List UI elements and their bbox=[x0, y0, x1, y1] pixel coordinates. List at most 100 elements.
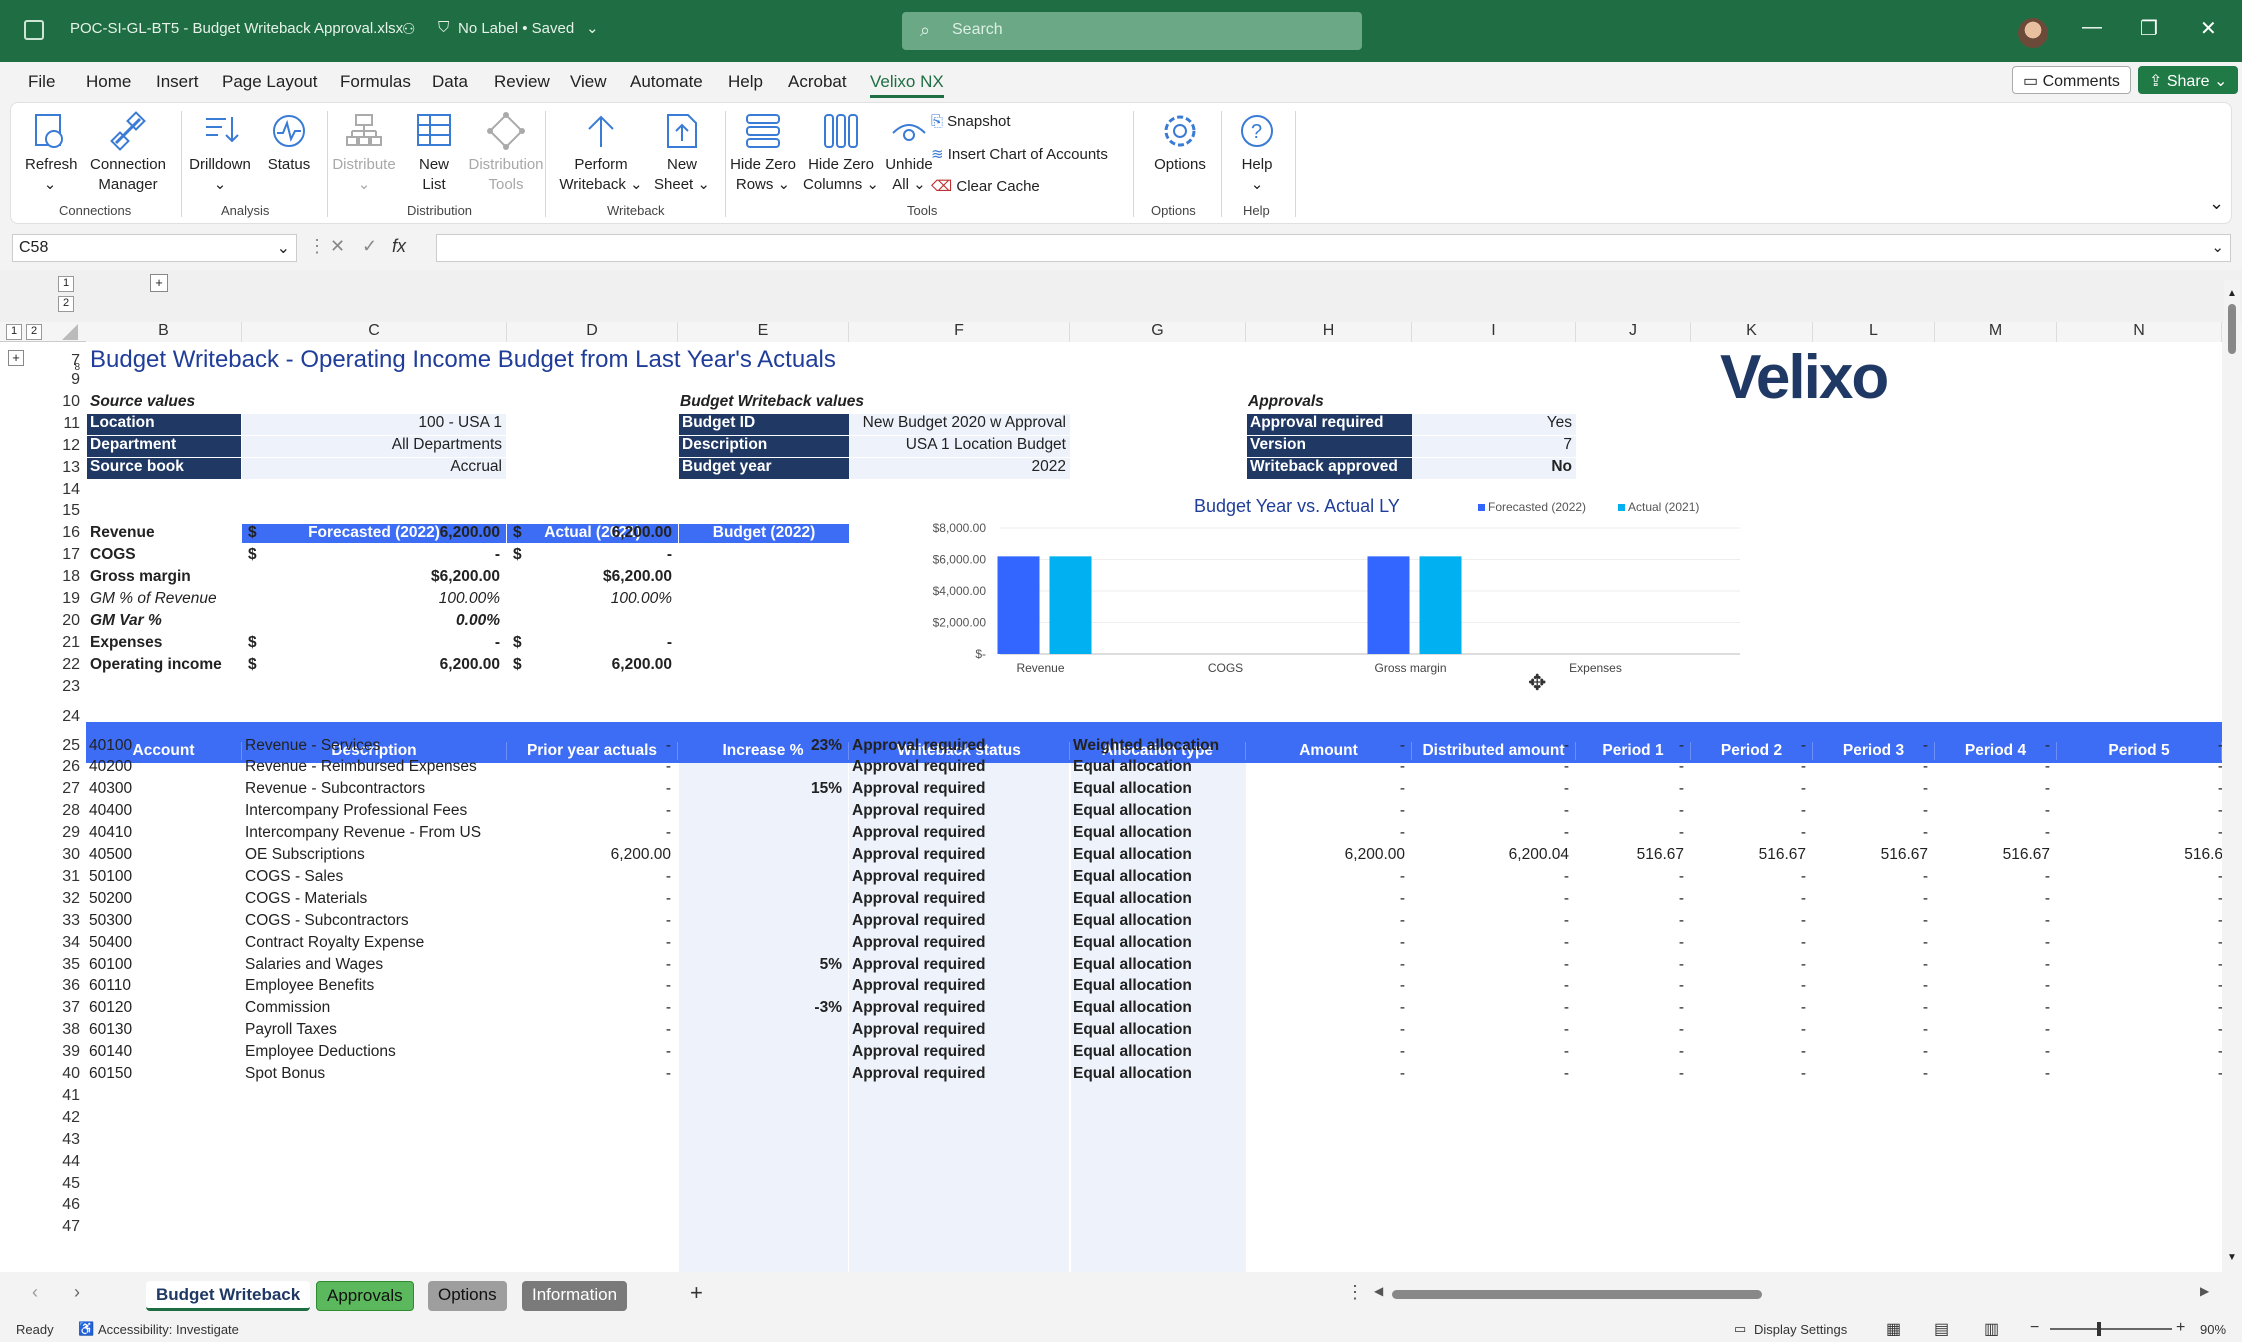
row-header[interactable]: 21 bbox=[46, 634, 86, 656]
clear-cache-button[interactable]: ⌫ Clear Cache bbox=[931, 177, 1040, 195]
refresh-button[interactable]: Refresh ⌄ bbox=[25, 111, 78, 195]
table-cell[interactable]: - bbox=[1816, 912, 1928, 930]
row-header[interactable]: 8 bbox=[46, 362, 86, 370]
summary-v1[interactable]: 100.00% bbox=[260, 590, 500, 608]
writeback-heading[interactable]: Budget Writeback values bbox=[680, 393, 864, 411]
table-cell[interactable]: - bbox=[1249, 890, 1405, 908]
version-label[interactable]: Version bbox=[1247, 436, 1412, 457]
row-header[interactable]: 33 bbox=[46, 912, 86, 934]
menu-data[interactable]: Data bbox=[432, 72, 468, 92]
table-cell[interactable]: - bbox=[1579, 977, 1684, 995]
search-box[interactable]: ⌕ Search bbox=[902, 12, 1362, 50]
table-cell[interactable]: 40410 bbox=[89, 824, 235, 842]
table-cell[interactable]: - bbox=[1579, 1065, 1684, 1083]
snapshot-button[interactable]: ⎘ Snapshot bbox=[931, 113, 1011, 130]
summary-label[interactable]: Revenue bbox=[90, 524, 240, 542]
chart-bar[interactable] bbox=[1367, 556, 1410, 654]
insert-coa-button[interactable]: ≋ Insert Chart of Accounts bbox=[931, 145, 1108, 163]
table-cell[interactable]: - bbox=[1938, 737, 2050, 755]
table-cell[interactable]: - bbox=[1694, 999, 1806, 1017]
table-cell[interactable]: Equal allocation bbox=[1073, 824, 1239, 842]
row-header[interactable]: 30 bbox=[46, 846, 86, 868]
table-cell[interactable]: Payroll Taxes bbox=[245, 1021, 500, 1039]
table-cell[interactable]: 516.67 bbox=[1938, 846, 2050, 864]
tab-information[interactable]: Information bbox=[522, 1281, 628, 1311]
table-cell[interactable]: Equal allocation bbox=[1073, 1043, 1239, 1061]
col-header-e[interactable]: E bbox=[678, 322, 849, 342]
table-cell[interactable]: - bbox=[1694, 977, 1806, 995]
table-cell[interactable]: - bbox=[1249, 1021, 1405, 1039]
row-header[interactable]: 41 bbox=[46, 1087, 86, 1109]
row-header[interactable]: 35 bbox=[46, 956, 86, 978]
table-cell[interactable]: - bbox=[2060, 1065, 2222, 1083]
menu-page-layout[interactable]: Page Layout bbox=[222, 72, 317, 92]
table-cell[interactable]: 6,200.00 bbox=[510, 846, 671, 864]
source-location-label[interactable]: Location bbox=[87, 414, 241, 435]
horizontal-scroll-thumb[interactable] bbox=[1392, 1290, 1762, 1299]
table-cell[interactable]: - bbox=[510, 824, 671, 842]
display-settings-button[interactable]: Display Settings bbox=[1754, 1322, 1847, 1337]
row-header[interactable]: 38 bbox=[46, 1021, 86, 1043]
table-cell[interactable]: Approval required bbox=[852, 1065, 1063, 1083]
table-cell[interactable]: - bbox=[1579, 999, 1684, 1017]
row-header[interactable]: 12 bbox=[46, 437, 86, 459]
tab-scroll-left-icon[interactable]: ‹ bbox=[32, 1282, 38, 1303]
chart-bar[interactable] bbox=[1049, 556, 1092, 654]
summary-v1[interactable]: - bbox=[260, 546, 500, 564]
table-cell[interactable]: - bbox=[1415, 977, 1569, 995]
table-cell[interactable]: 60140 bbox=[89, 1043, 235, 1061]
table-cell[interactable]: Equal allocation bbox=[1073, 1065, 1239, 1083]
table-cell[interactable]: 23% bbox=[681, 737, 842, 755]
drilldown-button[interactable]: Drilldown ⌄ bbox=[185, 111, 255, 195]
zoom-level[interactable]: 90% bbox=[2200, 1322, 2226, 1337]
table-cell[interactable]: - bbox=[510, 999, 671, 1017]
table-cell[interactable]: 6,200.04 bbox=[1415, 846, 1569, 864]
outline-level-2-col[interactable]: 2 bbox=[26, 324, 42, 340]
source-book-label[interactable]: Source book bbox=[87, 458, 241, 479]
row-header[interactable]: 15 bbox=[46, 502, 86, 524]
tab-options[interactable]: Options bbox=[428, 1281, 507, 1311]
table-cell[interactable]: - bbox=[1938, 868, 2050, 886]
table-cell[interactable]: - bbox=[1249, 999, 1405, 1017]
new-sheet-button[interactable]: New Sheet ⌄ bbox=[647, 111, 717, 195]
table-cell[interactable]: 516.67 bbox=[1816, 846, 1928, 864]
normal-view-icon[interactable]: ▦ bbox=[1886, 1319, 1901, 1339]
row-header[interactable]: 44 bbox=[46, 1153, 86, 1175]
table-cell[interactable]: - bbox=[1816, 956, 1928, 974]
table-cell[interactable]: - bbox=[1415, 999, 1569, 1017]
col-header-l[interactable]: L bbox=[1813, 322, 1935, 342]
cancel-icon[interactable]: ✕ bbox=[330, 236, 345, 257]
col-header-h[interactable]: H bbox=[1246, 322, 1412, 342]
label-status[interactable]: No Label • Saved bbox=[458, 20, 574, 37]
budget-chart[interactable]: Budget Year vs. Actual LY Forecasted (20… bbox=[900, 492, 1740, 692]
table-cell[interactable]: - bbox=[1249, 934, 1405, 952]
table-cell[interactable]: Employee Deductions bbox=[245, 1043, 500, 1061]
table-cell[interactable]: - bbox=[2060, 956, 2222, 974]
summary-v1[interactable]: 0.00% bbox=[260, 612, 500, 630]
minimize-icon[interactable]: — bbox=[2082, 16, 2102, 39]
table-cell[interactable]: - bbox=[1579, 758, 1684, 776]
table-cell[interactable]: - bbox=[1249, 780, 1405, 798]
options-button[interactable]: Options bbox=[1145, 111, 1215, 175]
source-book-value[interactable]: Accrual bbox=[242, 458, 506, 479]
source-heading[interactable]: Source values bbox=[90, 393, 195, 411]
row-header[interactable]: 32 bbox=[46, 890, 86, 912]
table-cell[interactable]: Revenue - Services bbox=[245, 737, 500, 755]
col-header-i[interactable]: I bbox=[1412, 322, 1576, 342]
table-cell[interactable]: - bbox=[1938, 956, 2050, 974]
row-header[interactable]: 11 bbox=[46, 415, 86, 437]
row-header[interactable]: 10 bbox=[46, 393, 86, 415]
table-cell[interactable]: - bbox=[1579, 1043, 1684, 1061]
writeback-approved-label[interactable]: Writeback approved bbox=[1247, 458, 1412, 479]
distribute-button[interactable]: Distribute ⌄ bbox=[329, 111, 399, 195]
row-header[interactable]: 31 bbox=[46, 868, 86, 890]
table-cell[interactable]: 60130 bbox=[89, 1021, 235, 1039]
table-cell[interactable]: - bbox=[2060, 780, 2222, 798]
row-header[interactable]: 29 bbox=[46, 824, 86, 846]
table-cell[interactable]: - bbox=[1579, 890, 1684, 908]
table-cell[interactable]: - bbox=[510, 802, 671, 820]
row-header[interactable]: 40 bbox=[46, 1065, 86, 1087]
table-cell[interactable]: 516.67 bbox=[1694, 846, 1806, 864]
budget-id-value[interactable]: New Budget 2020 w Approval bbox=[849, 414, 1070, 435]
outline-level-1-row[interactable]: 1 bbox=[58, 276, 74, 292]
